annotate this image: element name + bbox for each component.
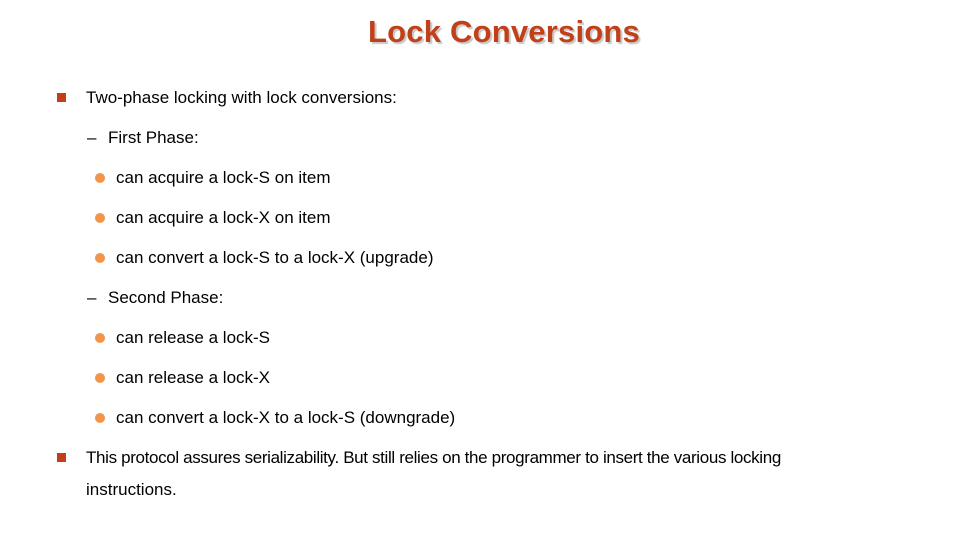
slide-title: Lock Conversions — [368, 14, 640, 49]
subheading-second-phase: Second Phase: — [108, 288, 224, 307]
bullet-protocol-statement-line2: instructions. — [86, 480, 177, 499]
list-item: can release a lock-X — [116, 368, 271, 387]
dot-bullet-icon — [95, 253, 105, 263]
list-item: can acquire a lock-S on item — [116, 168, 331, 187]
square-bullet-icon — [57, 93, 66, 102]
dot-bullet-icon — [95, 373, 105, 383]
list-item: can release a lock-S — [116, 328, 271, 347]
subheading-first-phase: First Phase: — [108, 128, 199, 147]
bullet-protocol-statement-line1: This protocol assures serializability. B… — [86, 448, 781, 467]
dot-bullet-icon — [95, 333, 105, 343]
dot-bullet-icon — [95, 413, 105, 423]
dash-bullet-icon: – — [87, 128, 97, 147]
list-item: can acquire a lock-X on item — [116, 208, 331, 227]
list-item: can convert a lock-X to a lock-S (downgr… — [116, 408, 456, 427]
bullet-two-phase-locking: Two-phase locking with lock conversions: — [86, 88, 397, 107]
dot-bullet-icon — [95, 213, 105, 223]
square-bullet-icon — [57, 453, 66, 462]
list-item: can convert a lock-S to a lock-X (upgrad… — [116, 248, 434, 267]
dash-bullet-icon: – — [87, 288, 97, 307]
dot-bullet-icon — [95, 173, 105, 183]
